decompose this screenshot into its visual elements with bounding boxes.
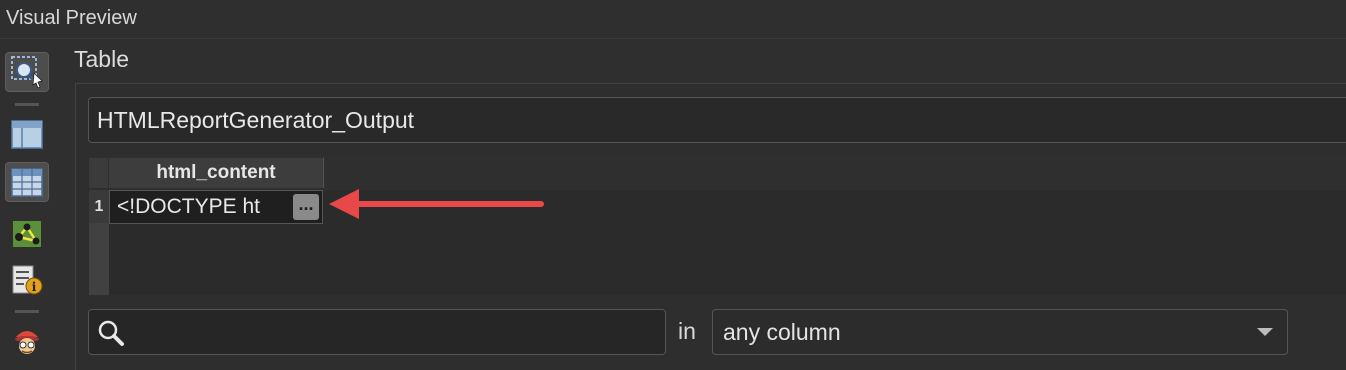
- search-icon: [98, 320, 124, 346]
- search-input[interactable]: [133, 316, 657, 350]
- header-divider: [0, 38, 1346, 39]
- table-name-field[interactable]: HTMLReportGenerator_Output: [88, 97, 1346, 143]
- data-grid-icon: [11, 168, 43, 197]
- panel-title: Visual Preview: [6, 7, 137, 29]
- in-label: in: [678, 318, 696, 344]
- grid-corner: [89, 158, 108, 188]
- side-toolbar: i: [0, 40, 56, 370]
- column-header-html-content[interactable]: html_content: [109, 158, 324, 188]
- magnifier-select-icon: [11, 56, 43, 89]
- table-layout-button[interactable]: [5, 114, 49, 154]
- column-filter-select[interactable]: any column: [712, 309, 1288, 355]
- network-graph-icon: [13, 221, 41, 247]
- magnifier-select-button[interactable]: [5, 52, 49, 92]
- table-layout-icon: [11, 120, 43, 149]
- toolbar-separator: [15, 103, 39, 106]
- svg-text:i: i: [32, 280, 37, 294]
- info-list-button[interactable]: i: [5, 260, 49, 300]
- network-graph-button[interactable]: [5, 214, 49, 254]
- chevron-down-icon: [1257, 328, 1273, 336]
- section-label: Table: [74, 46, 129, 72]
- inspector-icon: [15, 331, 39, 354]
- column-filter-value: any column: [723, 319, 841, 345]
- toolbar-separator: [15, 310, 39, 313]
- row-number[interactable]: 1: [89, 190, 109, 223]
- data-grid-button[interactable]: [5, 162, 49, 202]
- cell-expand-button[interactable]: ...: [293, 194, 319, 220]
- data-grid: html_content 1 <!DOCTYPE ht ...: [89, 156, 1346, 295]
- inspector-button[interactable]: [5, 320, 49, 360]
- annotation-arrow: [329, 189, 544, 219]
- info-list-icon: i: [12, 265, 43, 295]
- table-cell-html-content[interactable]: <!DOCTYPE ht: [109, 190, 323, 224]
- search-field[interactable]: [88, 309, 666, 355]
